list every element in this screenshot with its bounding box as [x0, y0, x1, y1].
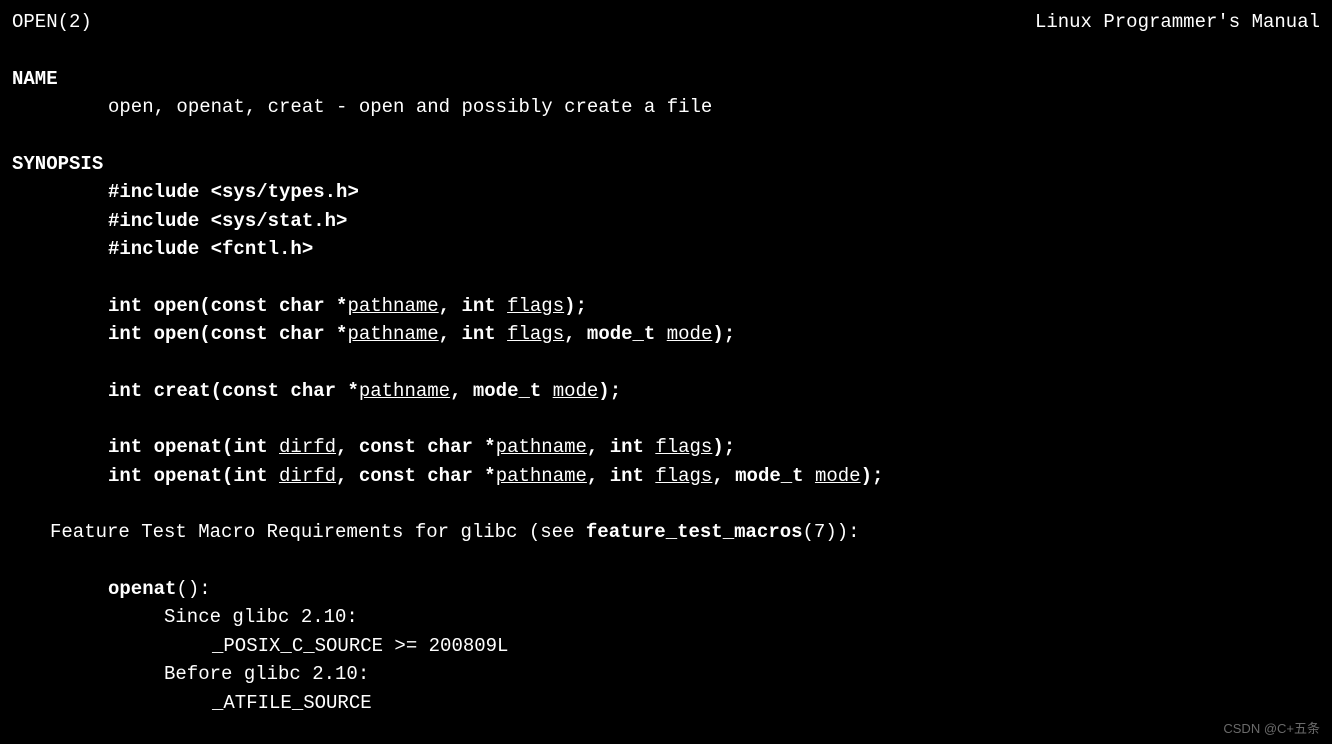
- function-signature: int openat(int dirfd, const char *pathna…: [12, 433, 1320, 462]
- header-left: OPEN(2): [12, 8, 92, 37]
- function-signature: int openat(int dirfd, const char *pathna…: [12, 462, 1320, 491]
- sig-text: , mode_t: [450, 380, 553, 402]
- sig-text: , int: [587, 465, 655, 487]
- ftm-since: Since glibc 2.10:: [12, 603, 1320, 632]
- sig-text: int open(const char *: [108, 295, 347, 317]
- include-line: #include <fcntl.h>: [12, 235, 1320, 264]
- sig-text: int openat(int: [108, 436, 279, 458]
- ftm-before: Before glibc 2.10:: [12, 660, 1320, 689]
- sig-text: );: [861, 465, 884, 487]
- param-flags: flags: [655, 465, 712, 487]
- ftm-before-val: _ATFILE_SOURCE: [12, 689, 1320, 718]
- ftm-link: feature_test_macros: [586, 521, 803, 543]
- name-description: open, openat, creat - open and possibly …: [12, 93, 1320, 122]
- ftm-openat-paren: ():: [176, 578, 210, 600]
- param-flags: flags: [507, 295, 564, 317]
- function-signature: int open(const char *pathname, int flags…: [12, 292, 1320, 321]
- param-pathname: pathname: [347, 323, 438, 345]
- man-page-header: OPEN(2) Linux Programmer's Manual: [12, 8, 1320, 37]
- param-dirfd: dirfd: [279, 436, 336, 458]
- ftm-openat: openat():: [12, 575, 1320, 604]
- sig-text: , mode_t: [564, 323, 667, 345]
- param-mode: mode: [667, 323, 713, 345]
- watermark: CSDN @C+五条: [1223, 719, 1320, 739]
- header-right: Linux Programmer's Manual: [1035, 8, 1320, 37]
- feature-test-intro: Feature Test Macro Requirements for glib…: [12, 518, 1320, 547]
- sig-text: , const char *: [336, 465, 496, 487]
- sig-text: );: [598, 380, 621, 402]
- sig-text: );: [712, 323, 735, 345]
- function-signature: int open(const char *pathname, int flags…: [12, 320, 1320, 349]
- param-pathname: pathname: [347, 295, 438, 317]
- name-heading: NAME: [12, 65, 1320, 94]
- ftm-openat-label: openat: [108, 578, 176, 600]
- include-line: #include <sys/stat.h>: [12, 207, 1320, 236]
- sig-text: );: [712, 436, 735, 458]
- sig-text: , mode_t: [712, 465, 815, 487]
- sig-text: int openat(int: [108, 465, 279, 487]
- ftm-since-val: _POSIX_C_SOURCE >= 200809L: [12, 632, 1320, 661]
- param-pathname: pathname: [496, 436, 587, 458]
- synopsis-heading: SYNOPSIS: [12, 150, 1320, 179]
- param-pathname: pathname: [496, 465, 587, 487]
- ftm-post: (7)):: [803, 521, 860, 543]
- param-pathname: pathname: [359, 380, 450, 402]
- sig-text: , int: [439, 295, 507, 317]
- param-mode: mode: [815, 465, 861, 487]
- include-line: #include <sys/types.h>: [12, 178, 1320, 207]
- sig-text: , const char *: [336, 436, 496, 458]
- param-flags: flags: [655, 436, 712, 458]
- sig-text: int creat(const char *: [108, 380, 359, 402]
- param-flags: flags: [507, 323, 564, 345]
- function-signature: int creat(const char *pathname, mode_t m…: [12, 377, 1320, 406]
- sig-text: , int: [587, 436, 655, 458]
- sig-text: );: [564, 295, 587, 317]
- sig-text: , int: [439, 323, 507, 345]
- ftm-pre: Feature Test Macro Requirements for glib…: [50, 521, 586, 543]
- param-mode: mode: [553, 380, 599, 402]
- sig-text: int open(const char *: [108, 323, 347, 345]
- param-dirfd: dirfd: [279, 465, 336, 487]
